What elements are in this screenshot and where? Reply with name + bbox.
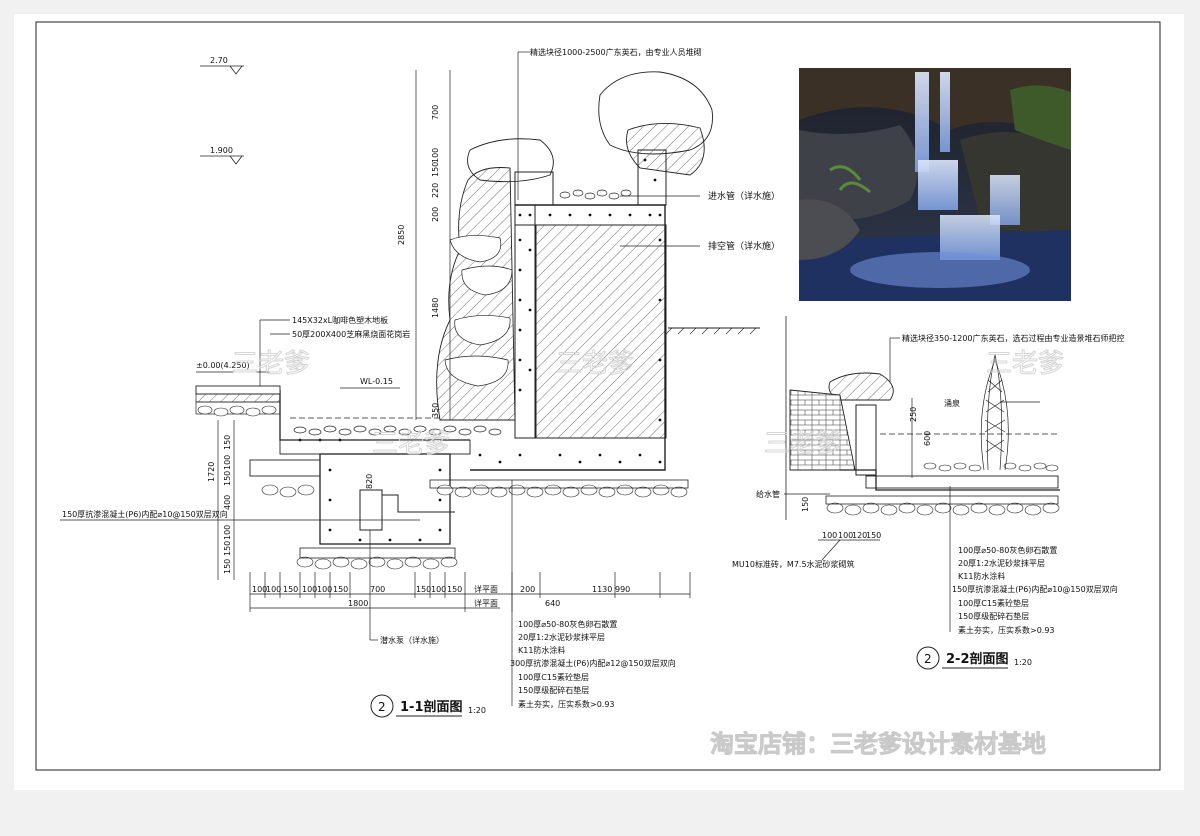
svg-text:150厚抗渗混凝土(P6)内配⌀10@150双层双向: 150厚抗渗混凝土(P6)内配⌀10@150双层双向: [952, 584, 1118, 594]
svg-text:990: 990: [615, 585, 630, 594]
svg-text:详平面: 详平面: [474, 584, 498, 594]
svg-text:100: 100: [223, 455, 232, 470]
stone-note: 精选块径1000-2500广东英石，由专业人员堆砌: [530, 47, 702, 57]
svg-text:素土夯实，压实系数>0.93: 素土夯实，压实系数>0.93: [958, 625, 1055, 635]
svg-text:400: 400: [223, 495, 232, 510]
dim-total-1800: 1800: [348, 599, 368, 608]
svg-text:2: 2: [378, 700, 386, 714]
dim-total-640: 640: [545, 599, 560, 608]
svg-text:150厚级配碎石垫层: 150厚级配碎石垫层: [958, 611, 1029, 621]
svg-text:300厚抗渗混凝土(P6)内配⌀12@150双层双向: 300厚抗渗混凝土(P6)内配⌀12@150双层双向: [510, 658, 676, 668]
drain-pipe-label: 排空管（详水施）: [708, 240, 780, 252]
ghost-watermark-1: 三老爹: [232, 349, 310, 379]
deck-board: [195, 385, 281, 395]
svg-text:100: 100: [317, 585, 332, 594]
svg-text:20厚1:2水泥砂浆抹平层: 20厚1:2水泥砂浆抹平层: [518, 632, 605, 642]
deck-note-1: 145X32xL咖啡色塑木地板: [292, 315, 388, 325]
svg-text:200: 200: [520, 585, 535, 594]
svg-text:700: 700: [431, 105, 440, 120]
svg-text:详平面: 详平面: [474, 598, 498, 608]
svg-text:100厚C15素砼垫层: 100厚C15素砼垫层: [958, 598, 1029, 608]
svg-text:150: 150: [333, 585, 348, 594]
pump-body: [359, 489, 383, 531]
pump-dim: 820: [365, 474, 374, 489]
svg-text:220: 220: [431, 183, 440, 198]
svg-text:K11防水涂料: K11防水涂料: [958, 571, 1005, 581]
svg-text:100: 100: [431, 148, 440, 163]
svg-text:150厚级配碎石垫层: 150厚级配碎石垫层: [518, 685, 589, 695]
svg-text:1480: 1480: [431, 298, 440, 318]
water-level-label: WL-0.15: [360, 377, 393, 386]
svg-text:150: 150: [801, 497, 810, 512]
svg-text:120: 120: [852, 531, 867, 540]
fountain-label: 涌泉: [944, 398, 960, 408]
section-1-1-title: 1-1剖面图: [400, 699, 463, 715]
ghost-watermark-5: 三老爹: [986, 349, 1064, 379]
svg-text:100: 100: [223, 525, 232, 540]
ghost-watermark-2: 三老爹: [372, 429, 450, 459]
svg-text:20厚1:2水泥砂浆抹平层: 20厚1:2水泥砂浆抹平层: [958, 558, 1045, 568]
svg-text:100: 100: [302, 585, 317, 594]
svg-text:700: 700: [370, 585, 385, 594]
dim-2850: 2850: [397, 225, 406, 245]
svg-text:100厚⌀50-80灰色卵石散置: 100厚⌀50-80灰色卵石散置: [518, 619, 617, 629]
waterfall-photo: [799, 68, 1071, 301]
svg-text:150: 150: [223, 559, 232, 574]
svg-text:1720: 1720: [207, 462, 216, 482]
svg-text:2: 2: [924, 652, 932, 666]
svg-text:150: 150: [866, 531, 881, 540]
svg-text:100: 100: [822, 531, 837, 540]
shop-watermark: 淘宝店铺：三老爹设计素材基地: [710, 730, 1046, 758]
svg-text:素土夯实，压实系数>0.93: 素土夯实，压实系数>0.93: [518, 699, 615, 709]
svg-text:100厚⌀50-80灰色卵石散置: 100厚⌀50-80灰色卵石散置: [958, 545, 1057, 555]
deck-note-2: 50厚200X400芝麻黑烧面花岗岩: [292, 329, 410, 339]
inlet-pipe-label: 进水管（详水施）: [708, 190, 780, 202]
svg-text:250: 250: [909, 407, 918, 422]
hatched-core: [535, 224, 667, 439]
stone-note-2-2: 精选块径350-1200广东英石，选石过程由专业造景堆石师把控: [902, 333, 1125, 343]
svg-text:100: 100: [252, 585, 267, 594]
svg-text:600: 600: [923, 431, 932, 446]
svg-text:150: 150: [223, 541, 232, 556]
svg-text:1130: 1130: [592, 585, 612, 594]
svg-text:150: 150: [416, 585, 431, 594]
svg-text:200: 200: [431, 207, 440, 222]
section-2-2-scale: 1:20: [1014, 658, 1032, 667]
svg-text:150: 150: [283, 585, 298, 594]
svg-text:150: 150: [431, 162, 440, 177]
ghost-watermark-3: 三老爹: [556, 349, 634, 379]
svg-text:100厚C15素砼垫层: 100厚C15素砼垫层: [518, 672, 589, 682]
section-1-1-scale: 1:20: [468, 706, 486, 715]
svg-text:K11防水涂料: K11防水涂料: [518, 645, 565, 655]
svg-text:350: 350: [431, 403, 440, 418]
svg-text:150: 150: [223, 471, 232, 486]
brick-wall-note: MU10标准砖，M7.5水泥砂浆砌筑: [732, 559, 855, 569]
drawing-sheet: 2.70 1.900 820 2850 700 100 150 220 200 …: [0, 0, 1200, 836]
supply-pipe-label: 给水管: [756, 489, 780, 499]
svg-text:100: 100: [266, 585, 281, 594]
slab-note: 150厚抗渗混凝土(P6)内配⌀10@150双层双向: [62, 509, 228, 519]
elevation-mid-label: 1.900: [210, 146, 233, 155]
pump-label: 潜水泵（详水施）: [380, 635, 444, 645]
elevation-top-label: 2.70: [210, 56, 228, 65]
ghost-watermark-4: 三老爹: [764, 429, 842, 459]
svg-text:150: 150: [223, 435, 232, 450]
section-2-2-title: 2-2剖面图: [946, 651, 1009, 667]
svg-text:150: 150: [447, 585, 462, 594]
svg-text:100: 100: [431, 585, 446, 594]
svg-text:100: 100: [838, 531, 853, 540]
